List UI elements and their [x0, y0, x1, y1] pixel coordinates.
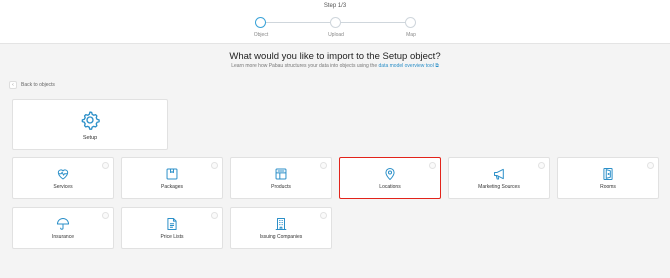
subtitle-text: Learn more how Pabau structures your dat… [231, 63, 379, 69]
card-label: Rooms [600, 184, 616, 190]
data-model-link[interactable]: data model overview tool ⧉ [379, 63, 439, 69]
card-label: Price Lists [160, 234, 184, 240]
step-label-map: Map [406, 32, 416, 38]
setup-card-label: Setup [82, 135, 98, 141]
step-dot-upload[interactable] [330, 17, 341, 28]
products-icon [231, 167, 331, 181]
card-label: Issuing Companies [259, 234, 303, 240]
object-card-locations[interactable]: Locations [339, 157, 441, 199]
door-icon [558, 167, 658, 181]
setup-object-card[interactable]: Setup [12, 99, 168, 150]
building-icon [231, 217, 331, 231]
object-card-insurance[interactable]: Insurance [12, 207, 114, 249]
card-label: Locations [379, 184, 401, 190]
object-card-services[interactable]: Services [12, 157, 114, 199]
back-to-objects-link[interactable]: ‹ Back to objects [9, 81, 55, 89]
object-card-marketing-sources[interactable]: Marketing Sources [448, 157, 550, 199]
object-card-rooms[interactable]: Rooms [557, 157, 659, 199]
page-title: What would you like to import to the Set… [229, 51, 441, 62]
page-subtitle: Learn more how Pabau structures your dat… [0, 63, 670, 69]
card-label: Insurance [52, 234, 74, 240]
megaphone-icon [449, 167, 549, 181]
object-card-price-lists[interactable]: Price Lists [121, 207, 223, 249]
heart-pulse-icon [13, 167, 113, 181]
card-label: Services [53, 184, 73, 190]
step-dot-object[interactable] [255, 17, 266, 28]
step-counter: Step 1/3 [323, 3, 347, 9]
gear-icon [13, 110, 167, 130]
object-card-packages[interactable]: Packages [121, 157, 223, 199]
object-card-issuing-companies[interactable]: Issuing Companies [230, 207, 332, 249]
chevron-left-icon: ‹ [9, 81, 17, 89]
step-label-upload: Upload [328, 32, 344, 38]
import-stepper: Step 1/3 Object Upload Map [0, 0, 670, 44]
back-label: Back to objects [21, 82, 55, 88]
card-label: Products [271, 184, 291, 190]
object-card-products[interactable]: Products [230, 157, 332, 199]
card-label: Marketing Sources [478, 184, 520, 190]
step-dot-map[interactable] [405, 17, 416, 28]
package-icon [122, 167, 222, 181]
umbrella-icon [13, 217, 113, 231]
card-label: Packages [161, 184, 183, 190]
document-icon [122, 217, 222, 231]
location-pin-icon [340, 167, 440, 181]
step-label-object: Object [253, 32, 269, 38]
